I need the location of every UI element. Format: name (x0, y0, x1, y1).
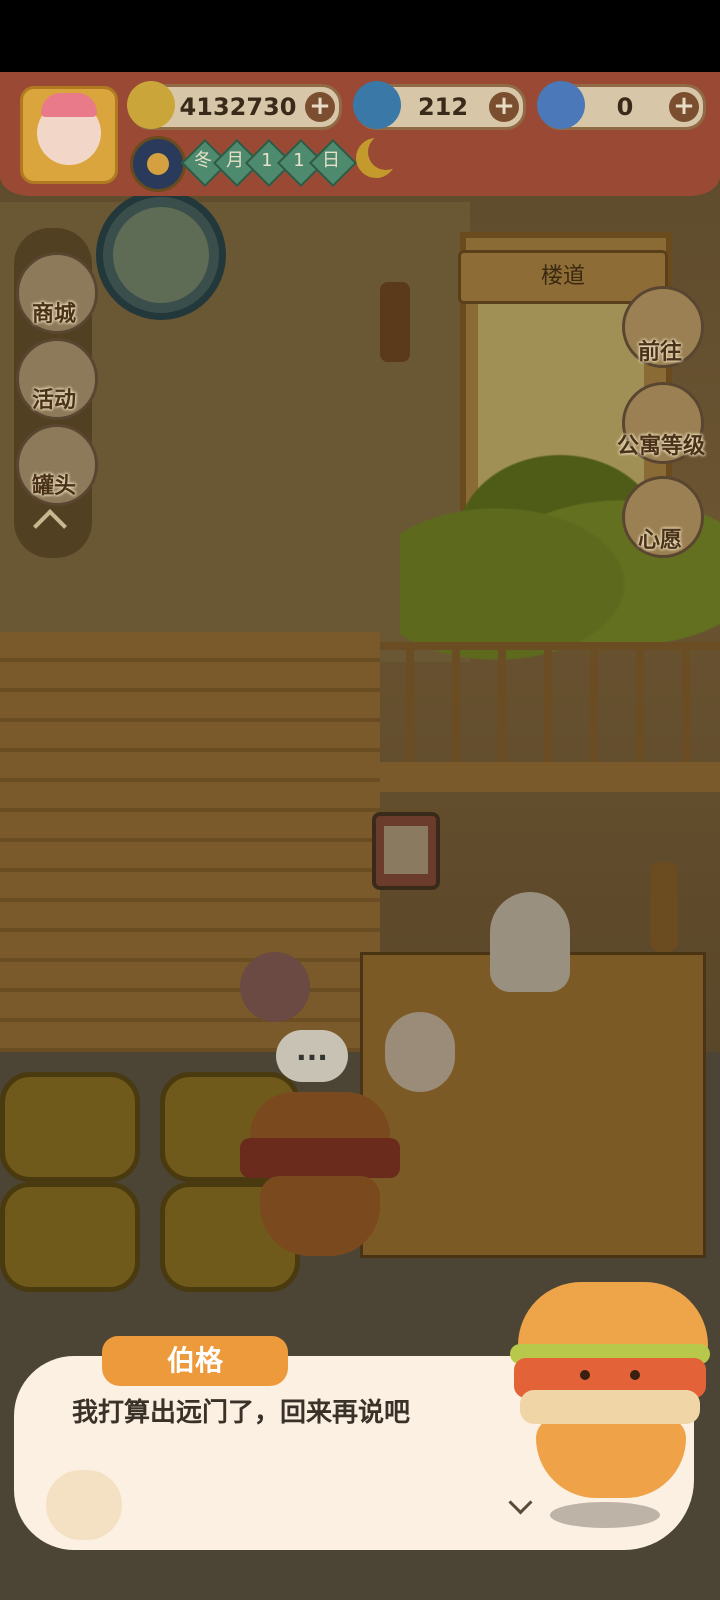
speaker-name: 伯格 (102, 1336, 288, 1386)
reception-desk (360, 952, 706, 1258)
banana-count: 4132730 (179, 93, 297, 121)
burger-portrait (510, 1282, 710, 1532)
balcony-base (360, 762, 720, 792)
white-cat-character[interactable] (490, 892, 570, 992)
can-label[interactable]: 罐头 (6, 468, 102, 500)
cat-rug (0, 1182, 140, 1292)
apartment-level-label[interactable]: 公寓等级 (606, 428, 716, 460)
dialog-text: 我打算出远门了，回来再说吧 (72, 1398, 411, 1428)
blue-banana-currency: 0 + (537, 81, 706, 130)
go-to-label[interactable]: 前往 (610, 334, 710, 366)
wall-lamp (380, 282, 410, 362)
wish-label[interactable]: 心愿 (610, 522, 710, 554)
add-blue-banana-button[interactable]: + (669, 92, 699, 122)
date-day-label: 日 (322, 150, 340, 171)
banana-currency: 4132730 + (127, 81, 342, 130)
notice-board[interactable] (372, 812, 440, 890)
shop-label[interactable]: 商城 (6, 296, 102, 328)
weather-icon[interactable] (130, 136, 186, 192)
burger-character[interactable] (240, 1092, 400, 1262)
banana-icon (127, 81, 175, 129)
status-bar (0, 0, 720, 72)
add-banana-button[interactable]: + (305, 92, 335, 122)
flame-currency: 212 + (353, 81, 526, 130)
flame-icon (353, 81, 401, 129)
oil-lamp (650, 862, 678, 952)
cat-rug (0, 1072, 140, 1182)
add-flame-button[interactable]: + (489, 92, 519, 122)
event-label[interactable]: 活动 (6, 382, 102, 414)
calico-cat-character[interactable] (385, 1012, 455, 1092)
player-avatar[interactable] (20, 86, 118, 184)
blue-banana-icon (537, 81, 585, 129)
blue-banana-count: 0 (616, 93, 634, 121)
flame-count: 212 (417, 93, 469, 121)
night-moon-icon[interactable] (356, 134, 404, 182)
cat-watermark-icon (46, 1470, 122, 1540)
cake-cat-character[interactable] (240, 952, 310, 1022)
wall-clock (96, 190, 226, 320)
speech-bubble: ... (276, 1030, 348, 1082)
